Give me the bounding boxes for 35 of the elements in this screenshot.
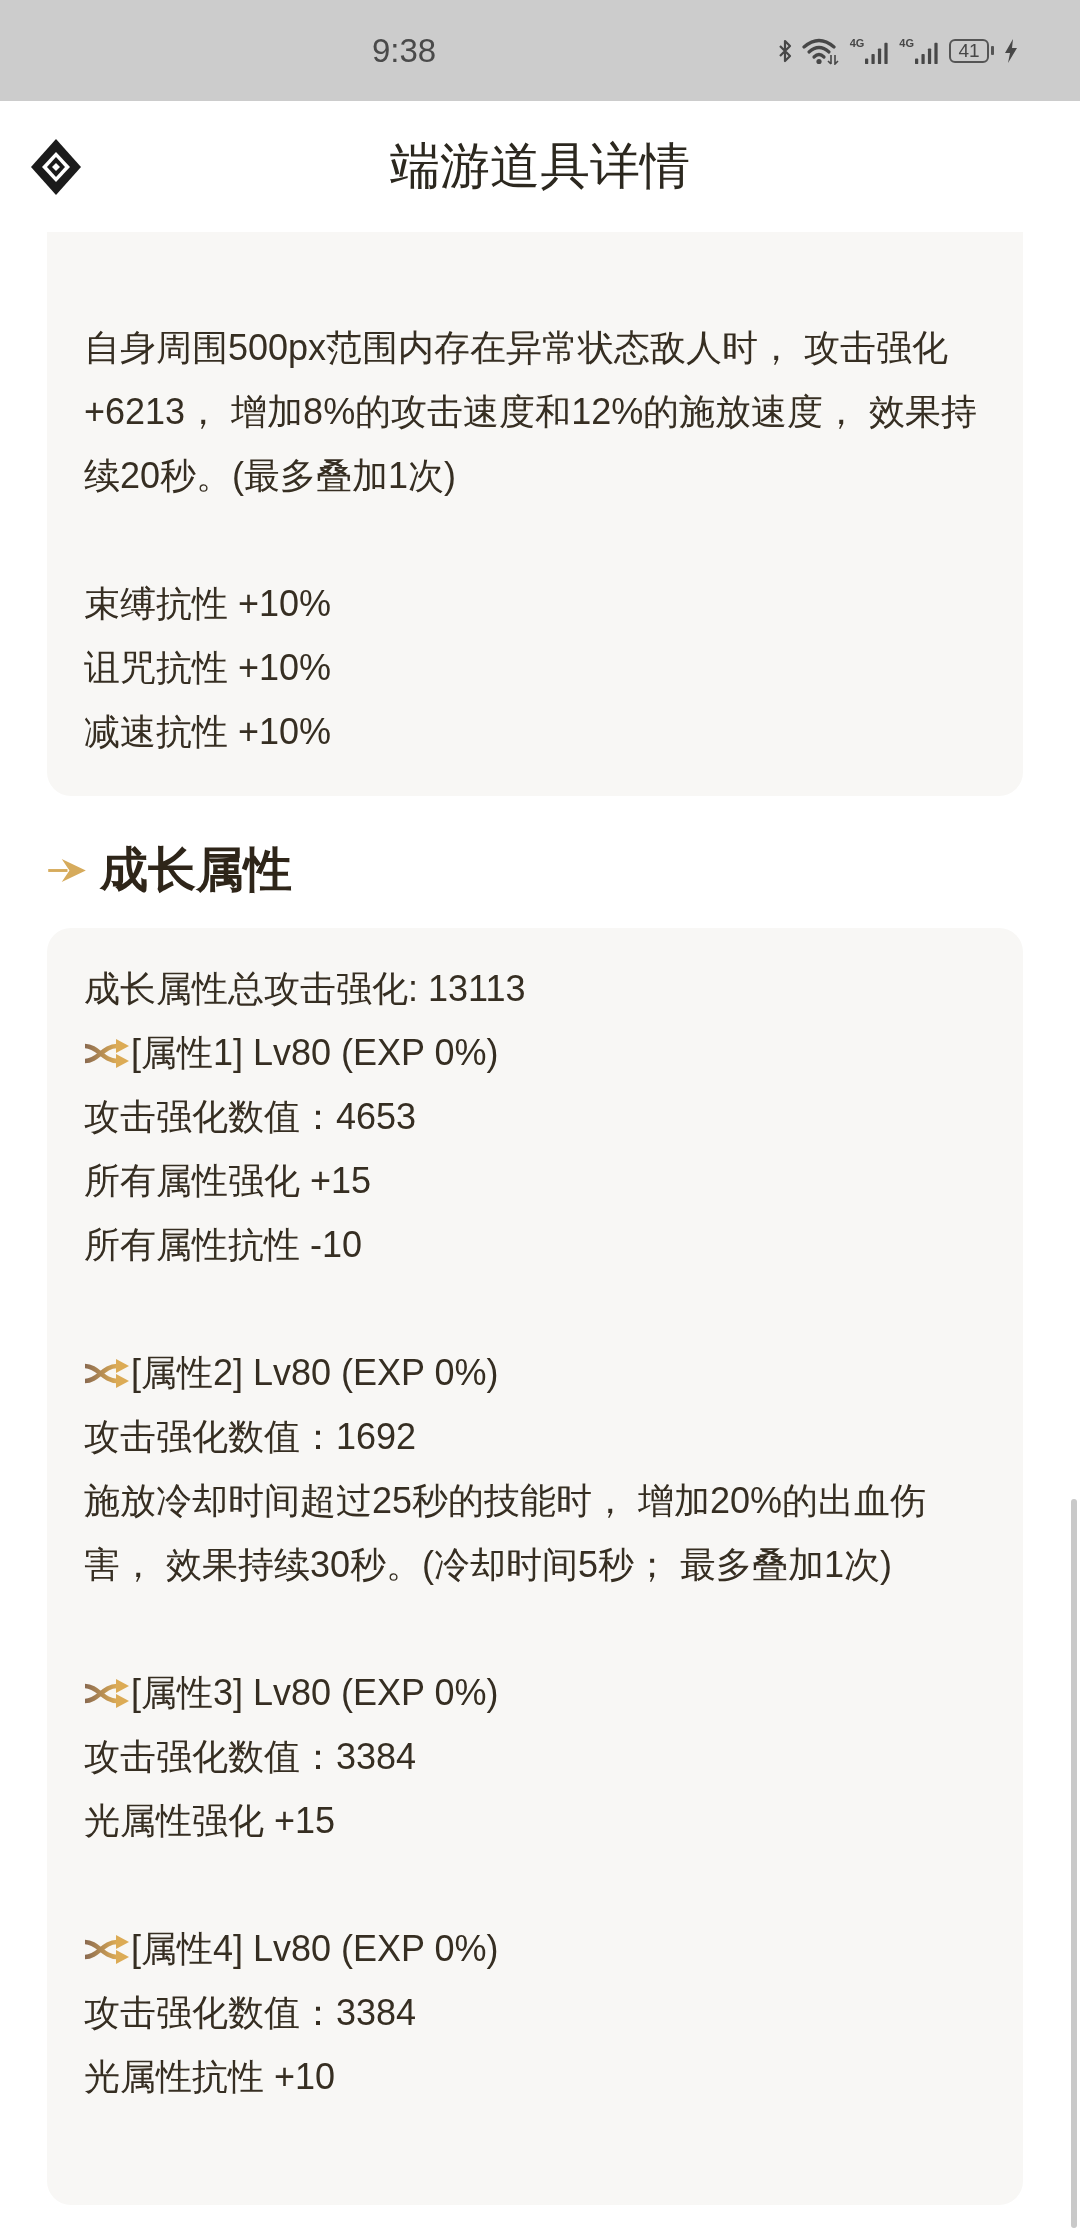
network-label: 4G [849, 36, 865, 49]
stat-text: 光属性抗性 +10 [84, 2055, 337, 2099]
status-time: 9:38 [372, 31, 437, 70]
attribute-title: [属性2] Lv80 (EXP 0%) [131, 1351, 499, 1395]
effect-text: 减速抗性 +10% [84, 710, 333, 754]
network-label: 4G [899, 36, 914, 49]
stat-text: 攻击强化数值：3384 [84, 1735, 418, 1779]
shuffle-icon [84, 1358, 130, 1388]
stat-text: 施放冷却时间超过25秒的技能时， 增加20%的出血伤害， 效果持续30秒。(冷却时间5秒； 最多叠加1次) [84, 1479, 928, 1587]
effect-text: 自身周围500px范围内存在异常状态敌人时， 攻击强化+6213， 增加8%的攻击速度和12%的施放速度， 效果持续20秒。(最多叠加1次) [84, 326, 979, 498]
arrow-icon [48, 856, 87, 884]
stat-text: 所有属性强化 +15 [84, 1159, 373, 1203]
diamond-logo-icon[interactable] [31, 138, 81, 195]
battery-indicator: 41 [949, 38, 994, 63]
effect-text: 诅咒抗性 +10% [84, 646, 333, 690]
page-title: 端游道具详情 [389, 137, 691, 196]
stat-text: 光属性强化 +15 [84, 1799, 337, 1843]
effect-text: 束缚抗性 +10% [84, 582, 333, 626]
total-text: 成长属性总攻击强化: 13113 [84, 967, 527, 1011]
shuffle-icon [84, 1934, 130, 1964]
signal-icon [865, 40, 890, 65]
signal-icon [915, 40, 939, 65]
wifi-icon [801, 36, 840, 65]
shuffle-icon [84, 1038, 130, 1068]
stat-text: 攻击强化数值：1692 [84, 1415, 418, 1459]
stat-text: 攻击强化数值：4653 [84, 1095, 418, 1139]
section-heading: 成长属性 [100, 842, 292, 898]
attribute-title: [属性3] Lv80 (EXP 0%) [131, 1671, 499, 1715]
attribute-title: [属性4] Lv80 (EXP 0%) [131, 1927, 499, 1971]
bluetooth-icon [777, 38, 792, 63]
stat-text: 所有属性抗性 -10 [84, 1223, 364, 1267]
charging-bolt-icon [1004, 38, 1018, 63]
attribute-title: [属性1] Lv80 (EXP 0%) [131, 1031, 499, 1075]
stat-text: 攻击强化数值：3384 [84, 1991, 418, 2035]
shuffle-icon [84, 1678, 130, 1708]
